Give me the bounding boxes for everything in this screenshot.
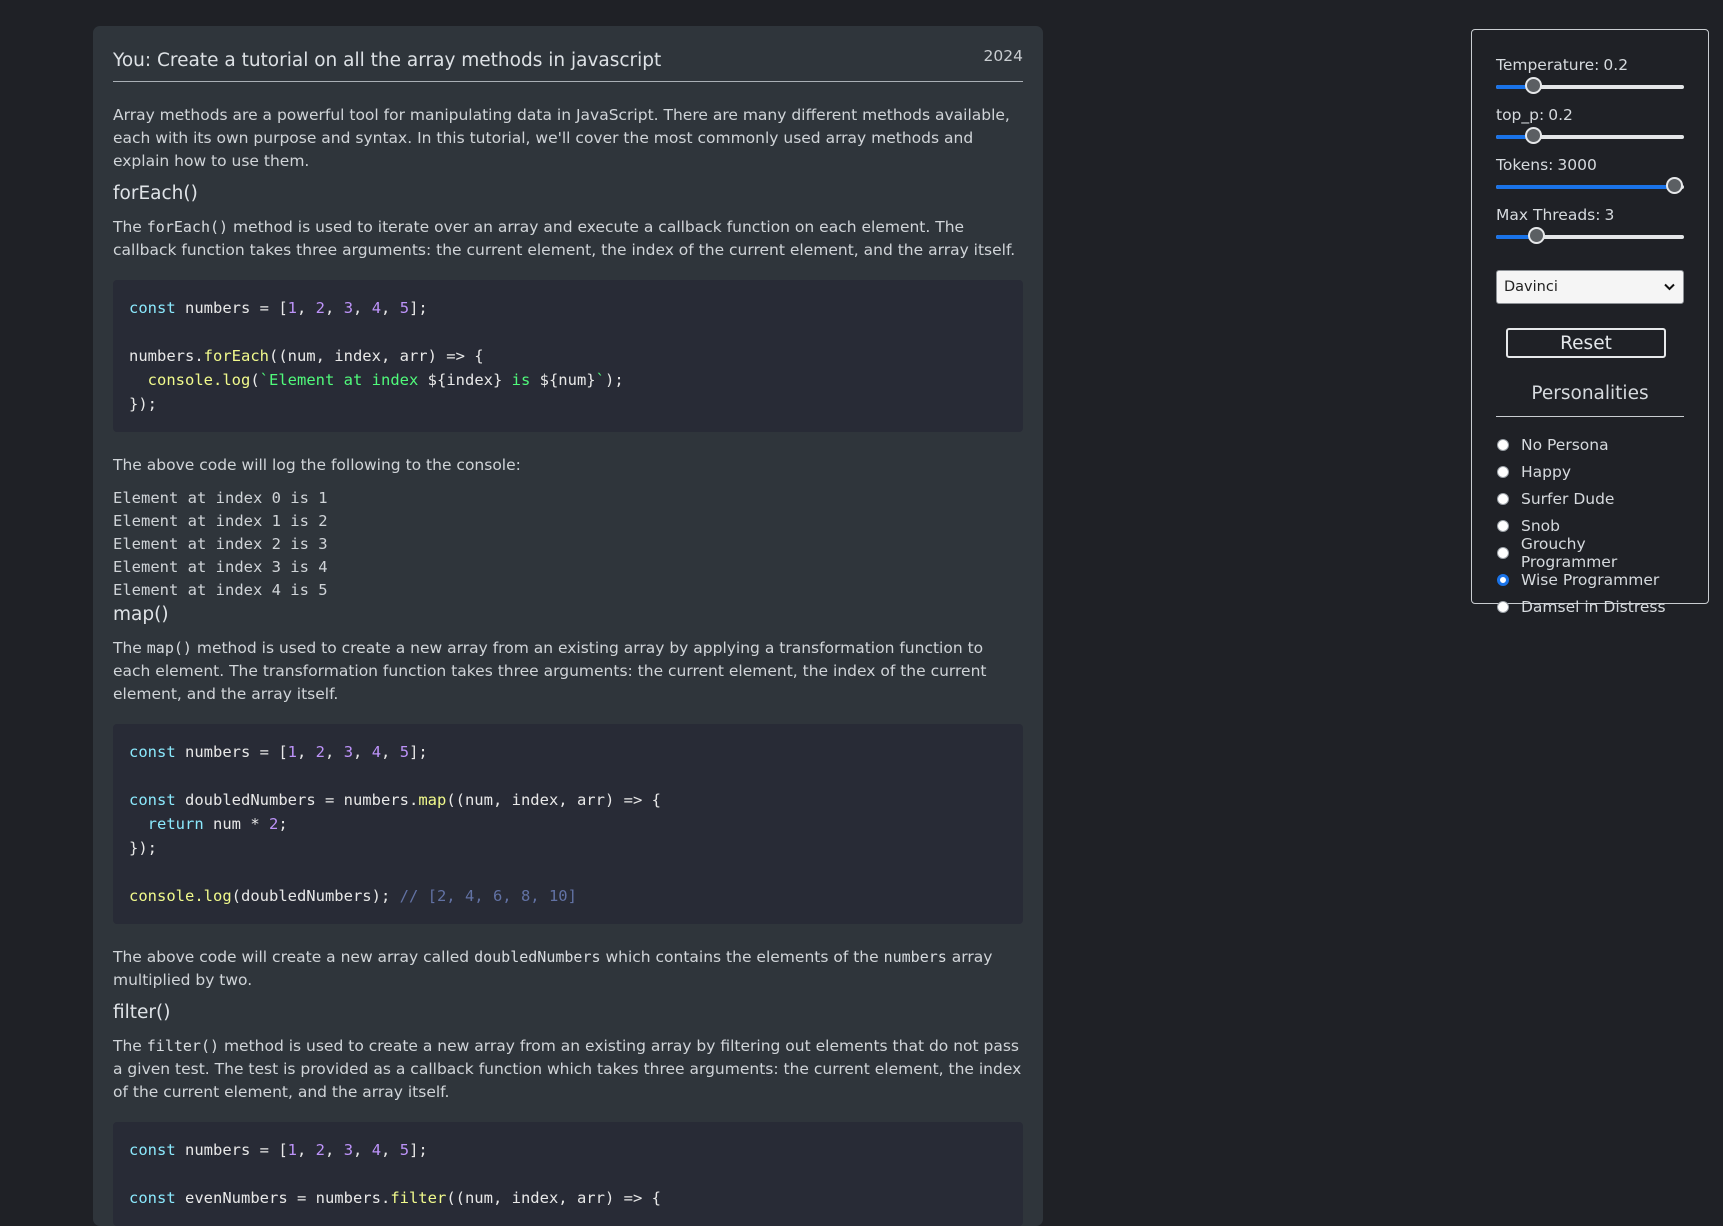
code-block-foreach[interactable]: const numbers = [1, 2, 3, 4, 5]; numbers… [113, 280, 1023, 432]
persona-option[interactable]: Happy [1496, 458, 1684, 485]
model-select-value: Davinci [1504, 279, 1558, 295]
map-description: The map() method is used to create a new… [113, 639, 987, 703]
model-select[interactable]: Davinci [1496, 270, 1684, 304]
console-line: Element at index 1 is 2 [113, 512, 328, 530]
persona-label: Surfer Dude [1521, 489, 1615, 508]
map-after-text: The above code will create a new array c… [113, 948, 993, 989]
inline-code: doubledNumbers [474, 948, 601, 966]
persona-option[interactable]: Damsel in Distress [1496, 593, 1684, 620]
section-heading-map: map() [113, 604, 169, 625]
persona-option[interactable]: Wise Programmer [1496, 566, 1684, 593]
radio-button[interactable] [1497, 465, 1509, 478]
chat-message-card: You: Create a tutorial on all the array … [93, 26, 1043, 1226]
chevron-down-icon [1664, 283, 1675, 291]
foreach-after-text: The above code will log the following to… [113, 456, 521, 474]
persona-label: Grouchy Programmer [1520, 534, 1618, 571]
code-block-map[interactable]: const numbers = [1, 2, 3, 4, 5]; const d… [113, 724, 1023, 924]
inline-code: forEach() [146, 218, 229, 236]
code-block-filter[interactable]: const numbers = [1, 2, 3, 4, 5]; const e… [113, 1122, 1023, 1226]
slider-row: Max Threads: 3 [1496, 206, 1684, 248]
settings-panel: Temperature: 0.2 top_p: 0.2 Tokens: 3000 Max T… [1471, 29, 1709, 616]
slider-row: Temperature: 0.2 [1496, 56, 1684, 98]
slider-label: Temperature: 0.2 [1496, 56, 1629, 74]
section-heading-foreach: forEach() [113, 183, 198, 204]
radio-button[interactable] [1497, 573, 1509, 586]
persona-label: No Persona [1521, 435, 1609, 454]
temperature-slider[interactable] [1496, 76, 1684, 98]
radio-button[interactable] [1497, 438, 1509, 451]
console-line: Element at index 2 is 3 [113, 535, 328, 553]
reset-button[interactable]: Reset [1506, 328, 1666, 358]
chat-prompt-title: You: Create a tutorial on all the array … [113, 50, 662, 71]
console-line: Element at index 3 is 4 [113, 558, 328, 576]
persona-option[interactable]: Surfer Dude [1496, 485, 1684, 512]
inline-code: filter() [146, 1037, 220, 1055]
radio-button[interactable] [1497, 546, 1509, 559]
tokens-slider[interactable] [1496, 176, 1684, 198]
chat-year: 2024 [983, 47, 1023, 65]
slider-thumb[interactable] [1524, 127, 1542, 144]
inline-code: map() [146, 639, 192, 657]
intro-paragraph: Array methods are a powerful tool for ma… [113, 106, 1010, 170]
chat-header: You: Create a tutorial on all the array … [113, 44, 1023, 82]
personalities-heading: Personalities [1496, 383, 1684, 417]
filter-description: The filter() method is used to create a … [113, 1037, 1022, 1101]
radio-button[interactable] [1497, 600, 1509, 613]
slider-label: Max Threads: 3 [1496, 206, 1615, 224]
radio-button[interactable] [1497, 519, 1509, 532]
max-threads-slider[interactable] [1496, 226, 1684, 248]
persona-label: Wise Programmer [1521, 570, 1660, 589]
top-p-slider[interactable] [1496, 126, 1684, 148]
slider-label: top_p: 0.2 [1496, 106, 1573, 124]
console-output: Element at index 0 is 1 Element at index … [113, 487, 1023, 602]
slider-thumb[interactable] [1524, 77, 1542, 94]
personalities-list: No Persona Happy Surfer Dude Snob Grouchy Pr… [1496, 431, 1684, 620]
console-line: Element at index 0 is 1 [113, 489, 328, 507]
console-line: Element at index 4 is 5 [113, 581, 328, 599]
persona-label: Damsel in Distress [1521, 597, 1666, 616]
slider-thumb[interactable] [1665, 177, 1683, 194]
persona-option[interactable]: Grouchy Programmer [1496, 535, 1684, 571]
foreach-description: The forEach() method is used to iterate … [113, 218, 1016, 259]
inline-code: numbers [883, 948, 947, 966]
section-heading-filter: filter() [113, 1002, 171, 1023]
slider-row: Tokens: 3000 [1496, 156, 1684, 198]
slider-row: top_p: 0.2 [1496, 106, 1684, 148]
persona-label: Happy [1521, 462, 1572, 481]
slider-thumb[interactable] [1528, 227, 1546, 244]
radio-button[interactable] [1497, 492, 1509, 505]
persona-option[interactable]: No Persona [1496, 431, 1684, 458]
persona-label: Snob [1521, 516, 1560, 535]
slider-label: Tokens: 3000 [1496, 156, 1597, 174]
